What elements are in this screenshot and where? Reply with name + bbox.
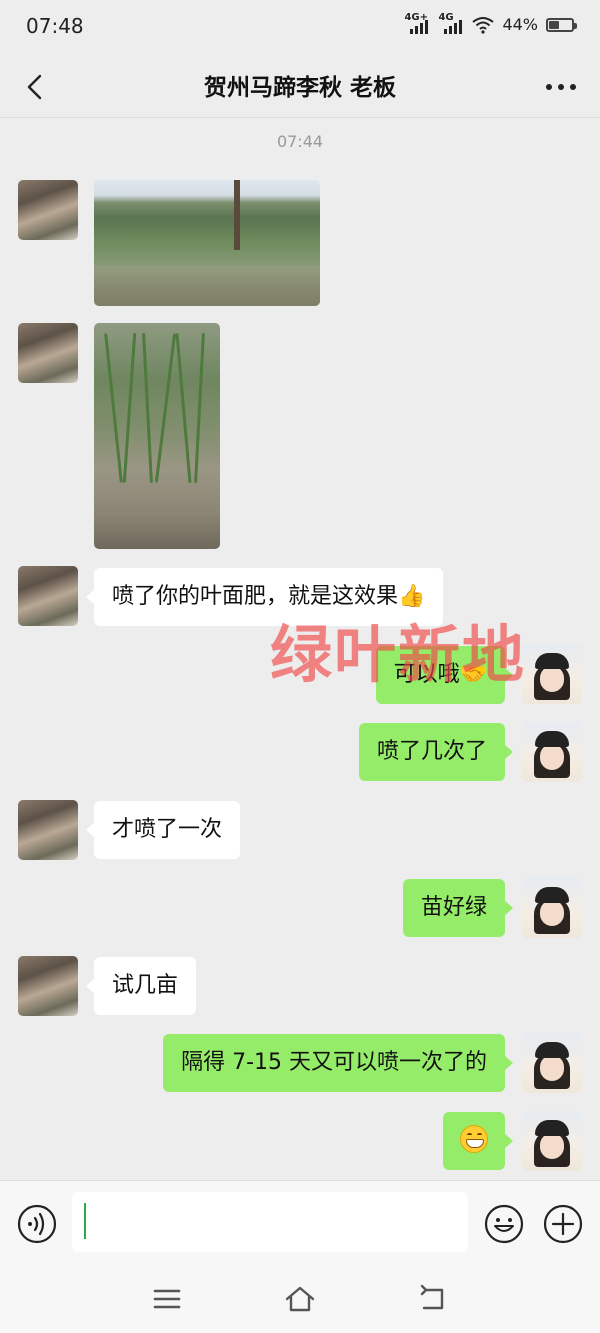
menu-icon[interactable] (150, 1282, 184, 1316)
message-bubble-outgoing[interactable] (443, 1112, 513, 1170)
back-icon[interactable] (416, 1282, 450, 1316)
battery-icon (546, 17, 577, 32)
message-text: 苗好绿 (420, 895, 487, 920)
photo-pole (234, 180, 240, 250)
input-bar (0, 1180, 600, 1266)
user-avatar[interactable] (522, 1111, 582, 1171)
message-text: 试几亩 (112, 973, 179, 998)
message-text: 才喷了一次 (112, 817, 223, 842)
chat-title: 贺州马蹄李秋 老板 (203, 75, 396, 101)
contact-avatar[interactable] (18, 800, 78, 860)
contact-avatar[interactable] (18, 323, 78, 383)
user-avatar[interactable] (522, 644, 582, 704)
user-avatar[interactable] (522, 1033, 582, 1093)
wifi-icon (472, 16, 495, 34)
contact-avatar[interactable] (18, 180, 78, 240)
network-label-2: 4G (438, 11, 454, 23)
signal-4g-icon: 4G (438, 12, 464, 34)
battery-percent: 44% (502, 15, 538, 34)
message-text: 喷了几次了 (376, 739, 487, 764)
paddy-field-photo[interactable] (94, 180, 320, 306)
message-bubble-outgoing[interactable]: 喷了几次了 (358, 723, 514, 781)
message-bubble-incoming[interactable]: 试几亩 (85, 957, 197, 1015)
status-indicators: 4G+ 4G 44% (404, 12, 577, 34)
voice-icon[interactable] (16, 1203, 58, 1245)
watermark-text: 绿叶新地 (270, 618, 527, 691)
signal-4gplus-icon: 4G+ (404, 12, 430, 34)
more-dots-icon[interactable] (544, 78, 578, 96)
chat-header: 贺州马蹄李秋 老板 (0, 56, 600, 118)
text-caret (84, 1203, 86, 1239)
message-bubble-outgoing[interactable]: 苗好绿 (402, 879, 514, 937)
smiley-icon[interactable] (483, 1203, 525, 1245)
rice-seedlings-photo[interactable] (94, 323, 220, 549)
network-label-1: 4G+ (404, 11, 428, 23)
message-input[interactable] (72, 1192, 468, 1252)
status-time: 07:48 (26, 14, 84, 38)
plus-icon[interactable] (542, 1203, 584, 1245)
message-bubble-incoming[interactable]: 才喷了一次 (85, 801, 241, 859)
photo-water (94, 266, 320, 306)
chevron-left-icon[interactable] (18, 68, 56, 106)
user-avatar[interactable] (522, 722, 582, 782)
message-bubble-outgoing[interactable]: 隔得 7-15 天又可以喷一次了的 (163, 1034, 513, 1092)
home-icon[interactable] (283, 1282, 317, 1316)
contact-avatar[interactable] (18, 566, 78, 626)
grin-emoji-icon (460, 1125, 488, 1153)
message-text: 隔得 7-15 天又可以喷一次了的 (181, 1050, 487, 1075)
status-bar: 07:48 4G+ 4G 44% (0, 0, 600, 56)
user-avatar[interactable] (522, 878, 582, 938)
system-navigation-bar (0, 1266, 600, 1333)
contact-avatar[interactable] (18, 956, 78, 1016)
message-timestamp: 07:44 (276, 132, 324, 151)
